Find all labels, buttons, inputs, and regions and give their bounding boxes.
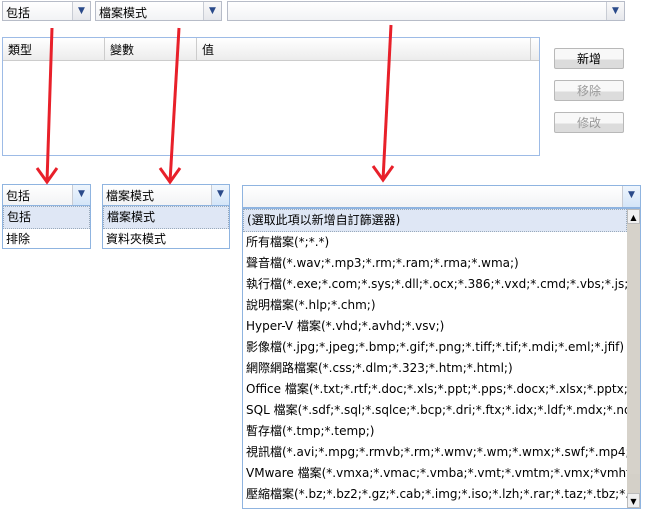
red-arrow-line xyxy=(168,27,181,183)
red-arrow-line xyxy=(381,24,393,181)
annotation-arrows xyxy=(35,24,395,185)
red-arrow-line xyxy=(45,27,54,183)
